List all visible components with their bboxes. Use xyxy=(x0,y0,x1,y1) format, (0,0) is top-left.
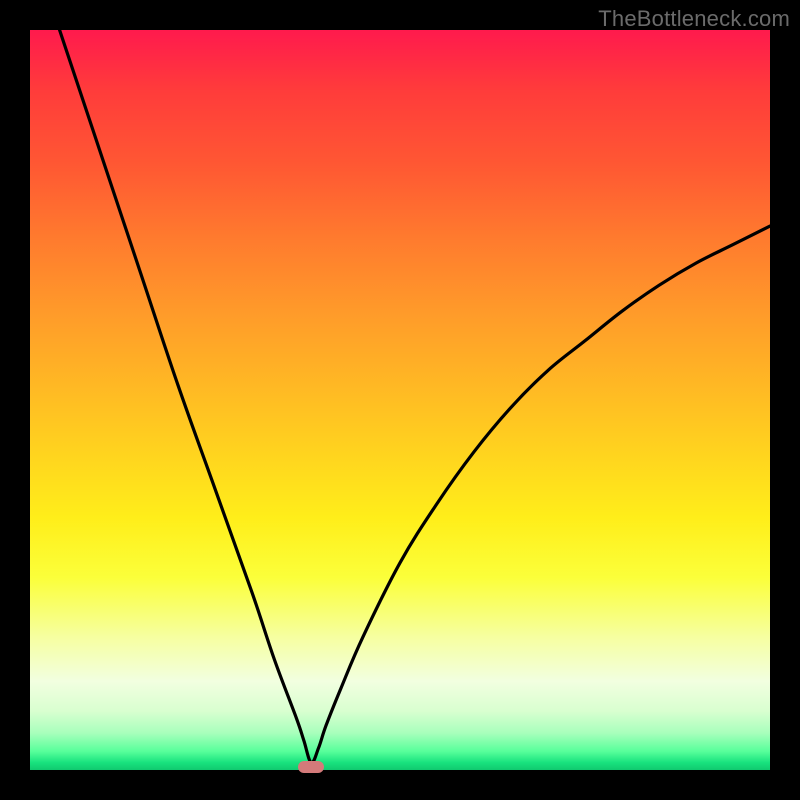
bottleneck-curve xyxy=(30,30,770,770)
plot-area xyxy=(30,30,770,770)
watermark-text: TheBottleneck.com xyxy=(598,6,790,32)
chart-frame: TheBottleneck.com xyxy=(0,0,800,800)
